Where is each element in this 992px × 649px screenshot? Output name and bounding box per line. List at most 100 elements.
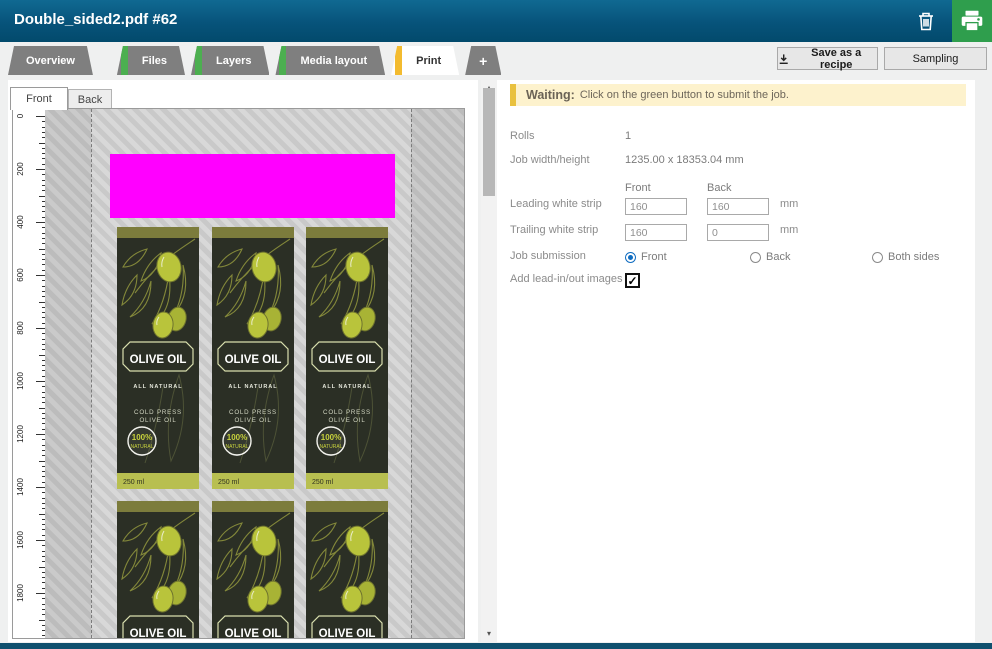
preview-scrollbar[interactable]: ▴ ▾ [481, 80, 497, 642]
svg-text:OLIVE OIL: OLIVE OIL [130, 354, 187, 366]
tab-media-layout[interactable]: Media layout [275, 46, 385, 75]
scroll-down-icon[interactable]: ▾ [481, 626, 497, 640]
svg-text:ALL NATURAL: ALL NATURAL [228, 384, 277, 390]
ruler-tick [36, 169, 45, 170]
ruler-label: 1600 [16, 529, 26, 551]
tab-files[interactable]: Files [117, 46, 185, 75]
tab-layers[interactable]: Layers [191, 46, 269, 75]
bottom-divider-bar [0, 643, 992, 649]
preview-tab-front-label: Front [26, 93, 52, 105]
scrollbar-thumb[interactable] [483, 88, 495, 196]
olive-label-r1c3: OLIVE OIL ALL NATURAL COLD PRESS OLIVE O… [306, 227, 388, 489]
printer-icon [959, 8, 985, 34]
trailing-front-input[interactable] [625, 224, 687, 241]
job-title: Double_sided2.pdf #62 [14, 11, 177, 28]
tab-overview[interactable]: Overview [8, 46, 93, 75]
tab-print-label: Print [416, 55, 441, 67]
ruler-label: 1200 [16, 423, 26, 445]
radio-front-label: Front [641, 251, 667, 263]
sampling-button[interactable]: Sampling [884, 47, 987, 70]
preview-ruler: 020040060080010001200140016001800 [13, 109, 45, 638]
rolls-value: 1 [625, 130, 631, 142]
svg-text:NATURAL: NATURAL [131, 444, 154, 450]
app-window: Double_sided2.pdf #62 Overview F [0, 0, 992, 649]
delete-job-button[interactable] [914, 9, 938, 33]
olive-label-r2c1: OLIVE OIL ALL NATURAL COLD PRESS OLIVE O… [117, 501, 199, 638]
preview-tab-back[interactable]: Back [68, 89, 112, 110]
olive-oil-label-artwork: OLIVE OIL ALL NATURAL COLD PRESS OLIVE O… [306, 501, 388, 638]
leading-back-input[interactable] [707, 198, 769, 215]
tab-overview-label: Overview [26, 55, 75, 67]
trailing-white-strip-row: Trailing white strip mm [510, 224, 965, 244]
svg-text:COLD PRESS: COLD PRESS [134, 409, 182, 416]
save-as-recipe-button[interactable]: Save as a recipe [777, 47, 878, 70]
radio-both-sides-label: Both sides [888, 251, 939, 263]
svg-text:OLIVE OIL: OLIVE OIL [319, 354, 376, 366]
radio-back-icon [750, 252, 761, 263]
lead-images-row: Add lead-in/out images ✓ [510, 273, 965, 293]
ruler-label: 800 [16, 317, 26, 339]
trailing-back-input[interactable] [707, 224, 769, 241]
olive-oil-label-artwork: OLIVE OIL ALL NATURAL COLD PRESS OLIVE O… [306, 227, 388, 489]
ruler-label: 600 [16, 264, 26, 286]
leading-front-input[interactable] [625, 198, 687, 215]
tab-print[interactable]: Print [391, 46, 459, 75]
trailing-white-strip-label: Trailing white strip [510, 224, 598, 236]
svg-text:COLD PRESS: COLD PRESS [323, 409, 371, 416]
svg-text:100%: 100% [227, 433, 247, 442]
olive-label-r1c2: OLIVE OIL ALL NATURAL COLD PRESS OLIVE O… [212, 227, 294, 489]
olive-oil-label-artwork: OLIVE OIL ALL NATURAL COLD PRESS OLIVE O… [212, 227, 294, 489]
leading-unit: mm [780, 198, 798, 210]
submit-job-button[interactable] [952, 0, 992, 42]
tab-files-label: Files [142, 55, 167, 67]
lead-images-label: Add lead-in/out images [510, 273, 623, 285]
ruler-label: 0 [16, 109, 26, 127]
ruler-label: 1800 [16, 582, 26, 604]
status-banner: Waiting: Click on the green button to su… [510, 84, 966, 106]
preview-panel: Front Back 02004006008001000120014001600… [8, 80, 478, 642]
preview-tab-front[interactable]: Front [10, 87, 68, 110]
lead-in-image [110, 154, 395, 218]
tab-files-status-stripe [121, 46, 128, 75]
download-icon [778, 53, 789, 65]
job-size-row: Job width/height 1235.00 x 18353.04 mm [510, 154, 965, 174]
sampling-label: Sampling [913, 53, 959, 65]
job-submission-row: Job submission Front Back Both sides [510, 250, 965, 270]
job-size-value: 1235.00 x 18353.04 mm [625, 154, 744, 166]
status-banner-title: Waiting: [526, 88, 575, 102]
svg-text:NATURAL: NATURAL [320, 444, 343, 450]
lead-images-checkbox[interactable]: ✓ [625, 273, 640, 288]
tab-print-status-stripe [395, 46, 402, 75]
media-preview: OLIVE OIL ALL NATURAL COLD PRESS OLIVE O… [45, 109, 464, 638]
radio-back[interactable]: Back [750, 251, 790, 263]
svg-text:ALL NATURAL: ALL NATURAL [133, 384, 182, 390]
job-size-label: Job width/height [510, 154, 590, 166]
ruler-label: 1400 [16, 476, 26, 498]
ruler-label: 200 [16, 158, 26, 180]
tab-layers-status-stripe [195, 46, 202, 75]
ruler-tick [36, 116, 45, 117]
tab-media-layout-label: Media layout [300, 55, 367, 67]
ruler-tick [36, 222, 45, 223]
leading-white-strip-label: Leading white strip [510, 198, 602, 210]
olive-oil-label-artwork: OLIVE OIL ALL NATURAL COLD PRESS OLIVE O… [117, 501, 199, 638]
olive-oil-label-artwork: OLIVE OIL ALL NATURAL COLD PRESS OLIVE O… [117, 227, 199, 489]
radio-both-sides[interactable]: Both sides [872, 251, 939, 263]
radio-front[interactable]: Front [625, 251, 667, 263]
svg-text:OLIVE OIL: OLIVE OIL [225, 628, 282, 638]
radio-both-sides-icon [872, 252, 883, 263]
svg-text:100%: 100% [132, 433, 152, 442]
ruler-tick [36, 275, 45, 276]
rolls-row: Rolls 1 [510, 130, 965, 150]
olive-label-r1c1: OLIVE OIL ALL NATURAL COLD PRESS OLIVE O… [117, 227, 199, 489]
trailing-unit: mm [780, 224, 798, 236]
ruler-label: 400 [16, 211, 26, 233]
plus-icon: + [479, 53, 487, 69]
ruler-tick [36, 487, 45, 488]
ruler-tick [36, 593, 45, 594]
radio-back-label: Back [766, 251, 790, 263]
main-tab-strip: Overview Files Layers Media layout Print… [8, 46, 507, 75]
add-tab-button[interactable]: + [465, 46, 501, 75]
status-banner-message: Click on the green button to submit the … [580, 89, 789, 101]
svg-text:100%: 100% [321, 433, 341, 442]
